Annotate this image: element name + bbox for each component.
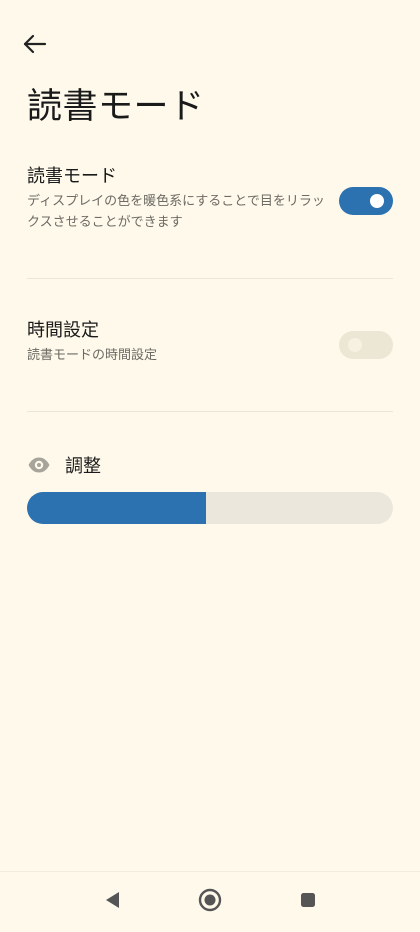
schedule-toggle[interactable] — [339, 331, 393, 359]
back-button[interactable] — [22, 28, 58, 60]
arrow-left-icon — [22, 34, 48, 54]
divider — [27, 278, 393, 279]
schedule-description: 読書モードの時間設定 — [27, 348, 158, 363]
square-recent-icon — [299, 891, 317, 913]
reading-mode-title: 読書モード — [27, 166, 117, 187]
adjust-slider[interactable] — [27, 492, 393, 524]
divider — [27, 411, 393, 412]
navigation-bar — [0, 871, 420, 932]
toggle-knob — [348, 338, 362, 352]
circle-home-icon — [198, 888, 222, 916]
eye-icon — [27, 453, 51, 477]
nav-recent-button[interactable] — [296, 890, 320, 914]
reading-mode-toggle[interactable] — [339, 187, 393, 215]
adjust-header: 調整 — [27, 452, 101, 478]
reading-mode-description: ディスプレイの色を暖色系にすることで目をリラックスさせることができます — [27, 194, 325, 230]
nav-back-button[interactable] — [101, 890, 125, 914]
page-title: 読書モード — [27, 87, 205, 127]
triangle-back-icon — [104, 891, 122, 913]
adjust-label: 調整 — [65, 456, 101, 477]
schedule-title: 時間設定 — [27, 320, 99, 341]
slider-fill — [27, 492, 207, 524]
toggle-knob — [370, 194, 384, 208]
nav-home-button[interactable] — [198, 888, 222, 916]
